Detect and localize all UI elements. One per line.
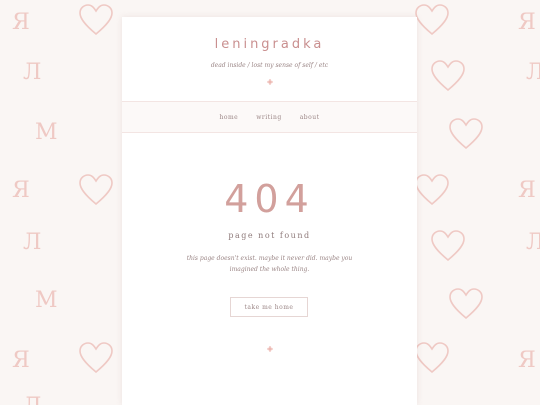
heart-outline-icon [448, 288, 484, 320]
background-letter-el: Л [23, 230, 42, 255]
background-letter-ya: Я [12, 178, 30, 203]
background-letter-el: Л [23, 396, 41, 405]
background-letter-ya: Я [12, 10, 30, 35]
content-card: leningradka dead inside / lost my sense … [122, 17, 417, 405]
nav-link-home[interactable]: home [220, 114, 239, 121]
background-letter-em: М [35, 120, 58, 145]
heart-outline-icon [430, 230, 466, 262]
background-letter-ya: Я [518, 348, 536, 373]
background-letter-em: М [35, 288, 58, 313]
heart-outline-icon [448, 118, 484, 150]
background-letter-el: Л [526, 60, 540, 85]
heart-outline-icon [414, 342, 450, 374]
heart-outline-icon [78, 4, 114, 36]
heart-outline-icon [78, 174, 114, 206]
flower-icon [266, 346, 273, 352]
heart-outline-icon [414, 4, 450, 36]
flower-icon [266, 79, 273, 85]
nav-link-about[interactable]: about [300, 114, 320, 121]
error-message: this page doesn't exist. maybe it never … [186, 255, 353, 273]
heart-outline-icon [430, 60, 466, 92]
site-tagline: dead inside / lost my sense of self / et… [210, 62, 329, 69]
background-letter-ya: Я [518, 10, 536, 35]
heart-outline-icon [78, 342, 114, 374]
take-me-home-button[interactable]: take me home [230, 297, 308, 317]
background-letter-el: Л [526, 230, 540, 255]
error-title: page not found [228, 231, 311, 240]
background-letter-ya: Я [518, 178, 536, 203]
heart-outline-icon [414, 174, 450, 206]
site-title[interactable]: leningradka [122, 37, 417, 52]
nav-link-writing[interactable]: writing [256, 114, 281, 121]
main-nav: home writing about [122, 101, 417, 133]
background-letter-ya: Я [12, 348, 30, 373]
background-letter-el: Л [23, 60, 42, 85]
error-code: 404 [224, 177, 315, 221]
